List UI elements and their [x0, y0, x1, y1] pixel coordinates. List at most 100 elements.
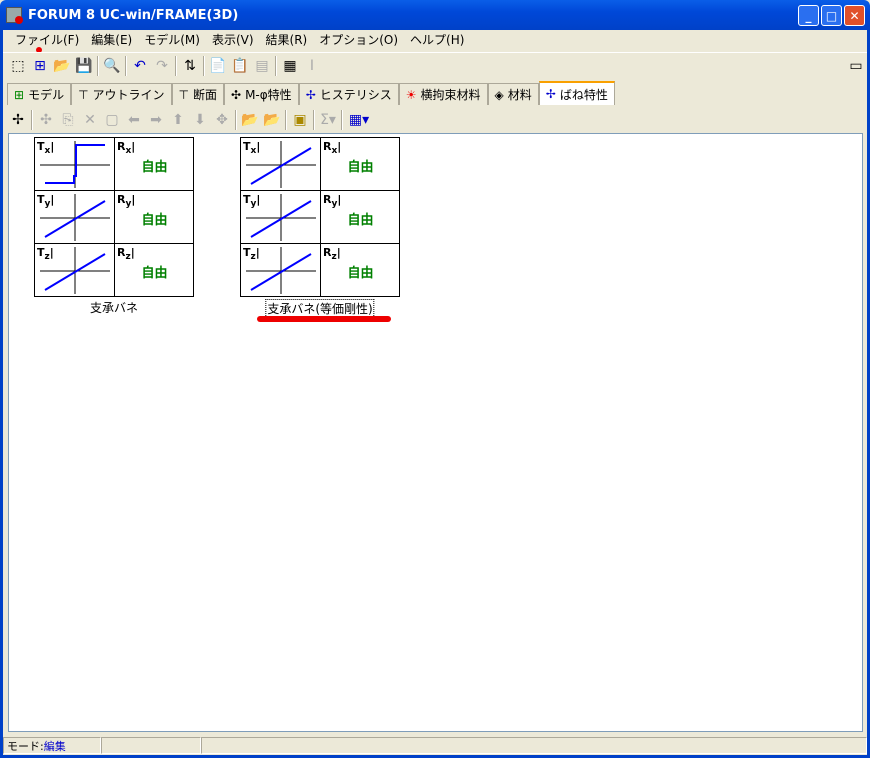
menu-file[interactable]: ファイル(F): [9, 31, 85, 48]
spring-graph: [246, 141, 316, 188]
component-label: Rx|: [323, 140, 342, 157]
status-pane-2: [101, 737, 201, 754]
close-button[interactable]: ✕: [844, 5, 865, 26]
tab-section[interactable]: ⊤ 断面: [171, 83, 225, 105]
step-curve: [45, 144, 105, 184]
component-label: Rx|: [117, 140, 136, 157]
free-label: 自由: [347, 160, 374, 175]
arrow-down-icon[interactable]: ⬇: [189, 109, 211, 131]
calculator-icon[interactable]: ▦: [279, 55, 301, 77]
component-label: Ry|: [117, 193, 136, 210]
spring-caption[interactable]: 支承バネ: [90, 299, 138, 316]
tab-bar: ⊞ モデル ⊤ アウトライン ⊤ 断面 ✣ M-φ特性 ✢ ヒステリシス ☀ 横拘束材料 ◈…: [3, 81, 615, 105]
minimize-button[interactable]: _: [798, 5, 819, 26]
confinement-icon: ☀: [405, 87, 417, 102]
report-icon[interactable]: 📄: [207, 55, 229, 77]
outline-icon: ⊤: [78, 87, 89, 102]
spring-card[interactable]: Tx| Rx| 自由 Ty| Ry| 自由 Tz| Rz| 自由: [240, 137, 400, 297]
main-toolbar: ⬚ ⊞ 📂 💾 🔍 ↶ ↷ ⇅ 📄 📋 ▤ ▦ I ▭: [3, 52, 867, 78]
red-underline-annotation: [257, 316, 391, 322]
material-icon: ◈: [494, 87, 504, 102]
library-icon[interactable]: ▣: [289, 109, 311, 131]
free-label: 自由: [347, 213, 374, 228]
free-label: 自由: [141, 266, 168, 281]
open-folder-icon[interactable]: 📂: [51, 55, 73, 77]
spring-cell-tz: Tz|: [241, 244, 321, 296]
spring-graph: [246, 247, 316, 294]
undo-icon[interactable]: ↶: [129, 55, 151, 77]
m-phi-icon: ✣: [231, 87, 242, 102]
add-spring-icon[interactable]: ✢: [7, 109, 29, 131]
spring-cell-ty: Ty|: [35, 191, 115, 244]
export-icon[interactable]: 📂: [261, 109, 283, 131]
model-icon: ⊞: [14, 87, 25, 102]
spring-cell-tz: Tz|: [35, 244, 115, 296]
arrow-right-icon[interactable]: ➡: [145, 109, 167, 131]
preview-icon[interactable]: 🔍: [101, 55, 123, 77]
maximize-button[interactable]: □: [821, 5, 842, 26]
hysteresis-icon: ✢: [305, 87, 316, 102]
mode-pane: モード: 編集: [3, 737, 101, 754]
spring-graph: [40, 141, 110, 188]
menu-result[interactable]: 結果(R): [260, 31, 314, 48]
beam-icon[interactable]: I: [301, 55, 323, 77]
free-label: 自由: [141, 160, 168, 175]
spring-graph: [40, 247, 110, 294]
tab-material[interactable]: ◈ 材料: [487, 83, 539, 105]
menu-help[interactable]: ヘルプ(H): [404, 31, 470, 48]
spring-cell-tx: Tx|: [241, 138, 321, 191]
window-title: FORUM 8 UC-win/FRAME(3D): [28, 7, 239, 23]
free-label: 自由: [141, 213, 168, 228]
tab-outline[interactable]: ⊤ アウトライン: [71, 83, 172, 105]
spring-toolbar: ✢ ✣ ⎘ ✕ ▢ ⬅ ➡ ⬆ ⬇ ✥ 📂 📂 ▣ Σ▾ ▦▾: [3, 108, 867, 132]
save-icon[interactable]: 💾: [73, 55, 95, 77]
menu-bar: ファイル(F) 編集(E) モデル(M) 表示(V) 結果(R) オプション(O…: [3, 30, 470, 49]
section-icon: ⊤: [178, 87, 189, 102]
spring-canvas: Tx| Rx| 自由 Ty| Ry| 自由 Tz| Rz| 自由 支承バネ Tx| Rx| 自由 Ty| R…: [8, 133, 863, 732]
import-icon[interactable]: 📂: [239, 109, 261, 131]
spring-cell-rx: Rx| 自由: [115, 138, 194, 191]
menu-view[interactable]: 表示(V): [206, 31, 260, 48]
sort-icon[interactable]: Σ▾: [317, 109, 339, 131]
spring-cell-rz: Rz| 自由: [321, 244, 400, 296]
move-icon[interactable]: ✥: [211, 109, 233, 131]
spring-cell-rz: Rz| 自由: [115, 244, 194, 296]
spring-icon: ✢: [545, 87, 556, 101]
redo-icon[interactable]: ↷: [151, 55, 173, 77]
report3-icon[interactable]: ▤: [251, 55, 273, 77]
tab-confinement[interactable]: ☀ 横拘束材料: [398, 83, 488, 105]
component-label: Ry|: [323, 193, 342, 210]
copy-icon[interactable]: ⎘: [57, 109, 79, 131]
spring-add-icon[interactable]: ⇅: [179, 55, 201, 77]
cube-icon[interactable]: ⬚: [7, 55, 29, 77]
spring-cell-rx: Rx| 自由: [321, 138, 400, 191]
tab-model[interactable]: ⊞ モデル: [7, 83, 72, 105]
spring-edit-icon[interactable]: ✣: [35, 109, 57, 131]
free-label: 自由: [347, 266, 374, 281]
spring-graph: [40, 194, 110, 241]
title-bar: FORUM 8 UC-win/FRAME(3D) _ □ ✕: [0, 0, 870, 30]
arrow-left-icon[interactable]: ⬅: [123, 109, 145, 131]
spring-card[interactable]: Tx| Rx| 自由 Ty| Ry| 自由 Tz| Rz| 自由: [34, 137, 194, 297]
menu-option[interactable]: オプション(O): [313, 31, 404, 48]
app-icon: [6, 7, 23, 24]
new-model-icon[interactable]: ⊞: [29, 55, 51, 77]
delete-icon[interactable]: ✕: [79, 109, 101, 131]
report2-icon[interactable]: 📋: [229, 55, 251, 77]
component-label: Rz|: [323, 246, 341, 263]
paste-icon[interactable]: ▢: [101, 109, 123, 131]
tab-m-phi[interactable]: ✣ M-φ特性: [224, 83, 299, 105]
menu-edit[interactable]: 編集(E): [85, 31, 138, 48]
table-view-icon[interactable]: ▦▾: [345, 109, 373, 131]
arrow-up-icon[interactable]: ⬆: [167, 109, 189, 131]
spring-cell-ry: Ry| 自由: [321, 191, 400, 244]
spring-graph: [246, 194, 316, 241]
panel-icon[interactable]: ▭: [845, 55, 867, 77]
spring-cell-ty: Ty|: [241, 191, 321, 244]
menu-model[interactable]: モデル(M): [138, 31, 206, 48]
tab-hysteresis[interactable]: ✢ ヒステリシス: [298, 83, 399, 105]
spring-cell-tx: Tx|: [35, 138, 115, 191]
status-pane-3: [201, 737, 867, 754]
tab-spring[interactable]: ✢ ばね特性: [538, 81, 615, 105]
status-bar: モード: 編集: [3, 736, 867, 755]
